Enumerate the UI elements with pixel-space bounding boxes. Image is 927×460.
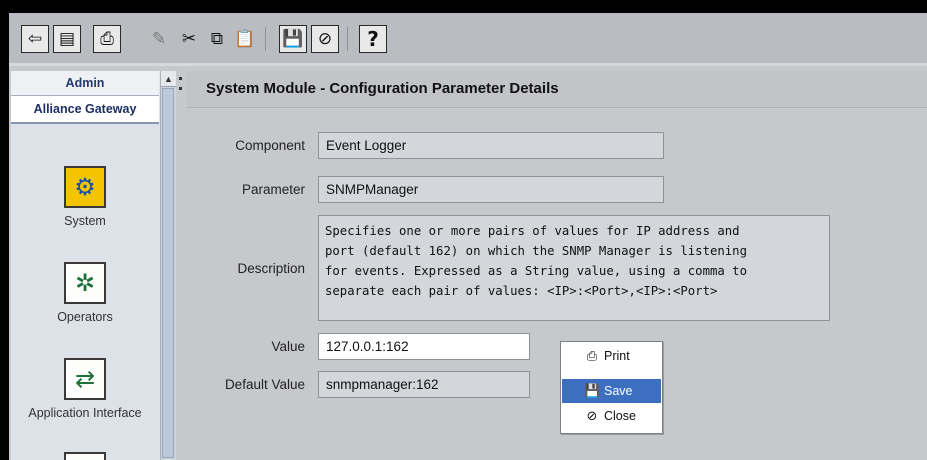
- scroll-up-icon[interactable]: ▲: [161, 71, 176, 87]
- description-field: Specifies one or more pairs of values fo…: [318, 215, 830, 321]
- close-icon: ⊘: [586, 408, 598, 424]
- menu-item-print[interactable]: ⎙ Print: [562, 344, 661, 368]
- panel-title-bar: System Module - Configuration Parameter …: [187, 71, 927, 108]
- print-icon[interactable]: ⎙: [93, 25, 121, 53]
- left-navigation: Admin Alliance Gateway ⚙ System ✲ Operat…: [11, 71, 176, 460]
- menu-item-label: Save: [604, 384, 633, 398]
- app-window: ⇦ ▤ ⎙ ✎ ✂ ⧉ 📋 💾 ⊘ ? Admin Alliance Gatew…: [9, 13, 927, 460]
- nav-item-operators[interactable]: ✲ Operators: [11, 262, 159, 324]
- description-label: Description: [237, 261, 305, 276]
- nav-item-label: Application Interface: [28, 406, 142, 420]
- component-label: Component: [235, 138, 305, 153]
- menu-item-label: Print: [604, 349, 630, 363]
- save-icon[interactable]: 💾: [279, 25, 307, 53]
- copy-icon[interactable]: ⧉: [203, 25, 231, 53]
- printer-icon: ⎙: [586, 348, 598, 364]
- system-gears-icon: ⚙: [64, 166, 106, 208]
- scroll-thumb[interactable]: [162, 88, 174, 458]
- nav-item-label: Operators: [57, 310, 113, 324]
- menu-item-close[interactable]: ⊘ Close: [562, 404, 661, 428]
- cut-icon[interactable]: ✂: [175, 25, 203, 53]
- default-value-field: snmpmanager:162: [318, 371, 530, 398]
- detail-panel: System Module - Configuration Parameter …: [187, 71, 927, 460]
- page-title: System Module - Configuration Parameter …: [206, 80, 559, 97]
- toolbar: ⇦ ▤ ⎙ ✎ ✂ ⧉ 📋 💾 ⊘ ?: [9, 13, 927, 66]
- logout-icon[interactable]: ⇦: [21, 25, 49, 53]
- splitter-grip[interactable]: [176, 71, 186, 460]
- component-field: Event Logger: [318, 132, 664, 159]
- parameter-field: SNMPManager: [318, 176, 664, 203]
- nav-item-partial[interactable]: [11, 452, 159, 460]
- nav-scrollbar[interactable]: ▲: [160, 71, 176, 460]
- application-interface-icon: ⇄: [64, 358, 106, 400]
- nav-item-system[interactable]: ⚙ System: [11, 166, 159, 228]
- context-menu: ⎙ Print 💾 Save ⊘ Close: [560, 341, 663, 434]
- nav-item-application-interface[interactable]: ⇄ Application Interface: [11, 358, 159, 420]
- parameter-label: Parameter: [241, 182, 305, 197]
- value-input[interactable]: 127.0.0.1:162: [318, 333, 530, 360]
- menu-item-label: Close: [604, 409, 636, 423]
- nav-items: ⚙ System ✲ Operators ⇄ Application Inter…: [11, 124, 159, 460]
- partial-nav-icon: [64, 452, 106, 460]
- toolbar-separator: [347, 27, 348, 51]
- floppy-disk-icon: 💾: [584, 383, 601, 399]
- nav-header-admin[interactable]: Admin: [11, 71, 159, 96]
- notes-icon[interactable]: ▤: [53, 25, 81, 53]
- operators-icon: ✲: [64, 262, 106, 304]
- nav-header-alliance-gateway[interactable]: Alliance Gateway: [11, 96, 159, 124]
- menu-item-save[interactable]: 💾 Save: [562, 379, 661, 403]
- close-icon[interactable]: ⊘: [311, 25, 339, 53]
- toolbar-separator: [265, 27, 266, 51]
- default-value-label: Default Value: [224, 377, 305, 392]
- paste-icon[interactable]: 📋: [231, 25, 259, 53]
- value-label: Value: [271, 339, 305, 354]
- paint-icon[interactable]: ✎: [145, 25, 173, 53]
- nav-item-label: System: [64, 214, 106, 228]
- help-icon[interactable]: ?: [359, 25, 387, 53]
